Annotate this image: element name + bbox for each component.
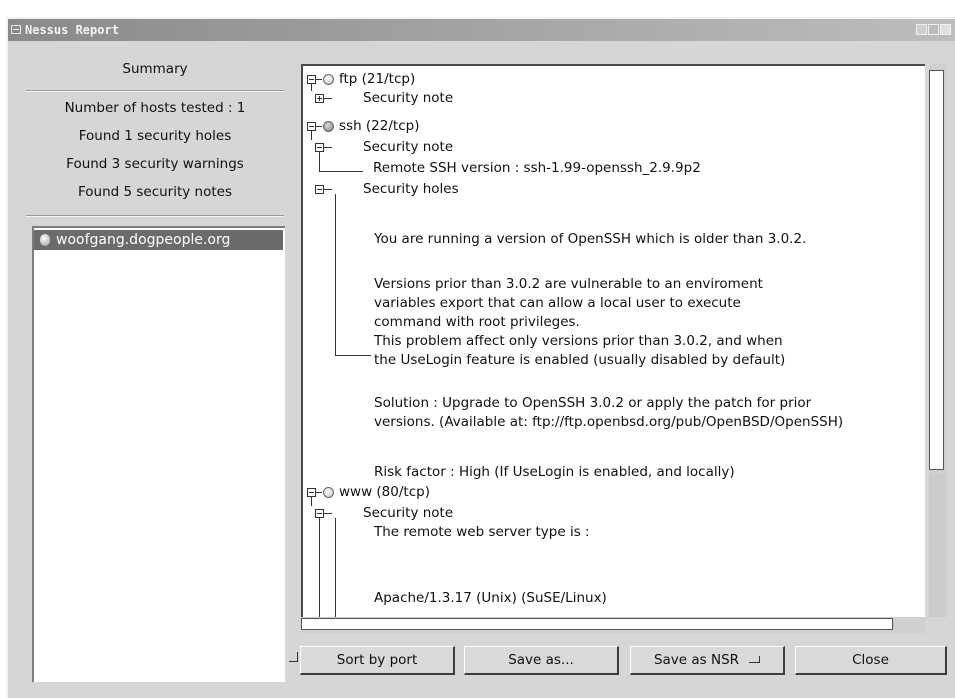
- close-window-icon[interactable]: [940, 24, 951, 35]
- summary-security-notes: Found 5 security notes: [77, 184, 233, 200]
- vertical-scrollbar[interactable]: [929, 64, 947, 617]
- ssh-security-note[interactable]: Security note: [363, 139, 453, 156]
- ssh-security-holes[interactable]: Security holes: [363, 181, 459, 198]
- hole-text-line: Risk factor : High (If UseLogin is enabl…: [374, 464, 735, 480]
- save-as-nsr-label: Save as NSR: [653, 652, 740, 668]
- save-as-nsr-button[interactable]: Save as NSR: [630, 646, 785, 675]
- tree-connector: [316, 79, 322, 80]
- collapse-holes-icon[interactable]: [315, 185, 324, 194]
- hole-text-line: Solution : Upgrade to OpenSSH 3.0.2 or a…: [374, 395, 812, 411]
- tree-connector: [324, 513, 332, 514]
- title-bar[interactable]: Nessus Report: [8, 19, 955, 41]
- hole-text-line: versions. (Available at: ftp://ftp.openb…: [374, 414, 844, 430]
- tree-connector: [311, 131, 312, 140]
- host-icon: [40, 234, 50, 246]
- hole-text-line: command with root privileges.: [374, 314, 580, 330]
- tree-connector: [311, 497, 312, 506]
- collapse-note-icon[interactable]: [315, 143, 324, 152]
- vertical-scroll-thumb[interactable]: [929, 70, 944, 470]
- expand-note-icon[interactable]: [315, 94, 324, 103]
- port-status-icon: [323, 74, 334, 85]
- option-indicator-icon: [289, 652, 298, 662]
- sort-by-port-button[interactable]: Sort by port: [300, 646, 455, 675]
- collapse-www-icon[interactable]: [307, 488, 316, 497]
- window-title: Nessus Report: [25, 23, 119, 37]
- tree-connector: [311, 84, 312, 91]
- save-as-button[interactable]: Save as...: [464, 646, 619, 675]
- hosts-list[interactable]: woofgang.dogpeople.org: [32, 226, 285, 682]
- host-name: woofgang.dogpeople.org: [56, 232, 231, 248]
- www-text-line: Apache/1.3.17 (Unix) (SuSE/Linux): [374, 590, 607, 606]
- hole-text-line: Versions prior than 3.0.2 are vulnerable…: [374, 276, 763, 292]
- tree-connector: [335, 355, 371, 356]
- collapse-ssh-icon[interactable]: [307, 122, 316, 131]
- window-menu-icon[interactable]: [11, 25, 21, 34]
- tree-connector: [316, 126, 322, 127]
- collapse-ftp-icon[interactable]: [307, 75, 316, 84]
- collapse-note-icon[interactable]: [315, 509, 324, 518]
- summary-hosts-tested: Number of hosts tested : 1: [64, 100, 246, 116]
- www-security-note[interactable]: Security note: [363, 505, 453, 522]
- tree-connector: [319, 518, 320, 617]
- horizontal-scroll-thumb[interactable]: [301, 618, 893, 630]
- ftp-security-note[interactable]: Security note: [363, 90, 453, 107]
- port-ssh[interactable]: ssh (22/tcp): [339, 118, 419, 135]
- option-menu-icon: [749, 656, 761, 663]
- tree-connector: [324, 98, 332, 99]
- tree-connector: [316, 492, 322, 493]
- hole-text-line: the UseLogin feature is enabled (usually…: [374, 352, 786, 368]
- hole-text-line: You are running a version of OpenSSH whi…: [374, 231, 807, 247]
- port-status-icon: [323, 121, 334, 132]
- www-text-line: The remote web server type is :: [374, 524, 590, 540]
- vertical-scroll-track[interactable]: [929, 474, 947, 617]
- port-status-icon: [323, 487, 334, 498]
- horizontal-scrollbar[interactable]: [301, 617, 925, 633]
- divider: [26, 215, 284, 217]
- summary-security-holes: Found 1 security holes: [78, 128, 232, 144]
- ssh-note-text: Remote SSH version : ssh-1.99-openssh_2.…: [373, 160, 701, 176]
- tree-connector: [324, 189, 332, 190]
- tree-connector: [324, 147, 332, 148]
- summary-security-warnings: Found 3 security warnings: [66, 156, 244, 172]
- tree-connector: [335, 518, 336, 617]
- tree-connector: [319, 171, 363, 172]
- host-item[interactable]: woofgang.dogpeople.org: [34, 230, 283, 250]
- report-tree[interactable]: ftp (21/tcp) Security note ssh (22/tcp) …: [301, 64, 925, 617]
- port-www[interactable]: www (80/tcp): [339, 484, 430, 501]
- minimize-icon[interactable]: [916, 24, 927, 35]
- tree-connector: [319, 152, 320, 171]
- port-ftp[interactable]: ftp (21/tcp): [339, 71, 415, 88]
- summary-title: Summary: [122, 61, 188, 77]
- hole-text-line: variables export that can allow a local …: [374, 295, 741, 311]
- divider: [26, 90, 284, 92]
- maximize-icon[interactable]: [928, 24, 939, 35]
- close-button[interactable]: Close: [795, 646, 947, 675]
- tree-connector: [335, 194, 336, 355]
- hole-text-line: This problem affect only versions prior …: [374, 333, 783, 349]
